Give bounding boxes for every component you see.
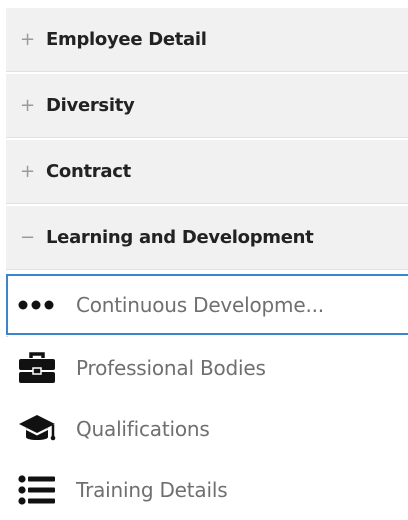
ellipsis-icon [16,288,58,322]
section-employee-detail[interactable]: + Employee Detail [6,8,408,72]
briefcase-icon [16,351,58,385]
section-contract[interactable]: + Contract [6,140,408,204]
accordion-panel: + Employee Detail + Diversity + Contract… [0,0,408,520]
list-icon [16,473,58,507]
section-label: Employee Detail [46,29,207,50]
section-diversity[interactable]: + Diversity [6,74,408,138]
subitem-qualifications[interactable]: Qualifications [6,398,408,459]
subitem-label: Continuous Developme... [76,292,324,317]
section-label: Contract [46,161,131,182]
subitem-label: Professional Bodies [76,355,266,380]
section-learning-and-development[interactable]: − Learning and Development [6,206,408,270]
expand-icon: + [20,28,36,50]
subitem-label: Training Details [76,477,228,502]
subitem-professional-bodies[interactable]: Professional Bodies [6,337,408,398]
expand-icon: + [20,160,36,182]
subitem-training-details[interactable]: Training Details [6,459,408,520]
collapse-icon: − [20,226,36,248]
subitem-continuous-development[interactable]: Continuous Developme... [6,274,408,335]
section-label: Learning and Development [46,227,314,248]
graduation-cap-icon [16,412,58,446]
section-label: Diversity [46,95,135,116]
expand-icon: + [20,94,36,116]
subitem-label: Qualifications [76,416,210,441]
